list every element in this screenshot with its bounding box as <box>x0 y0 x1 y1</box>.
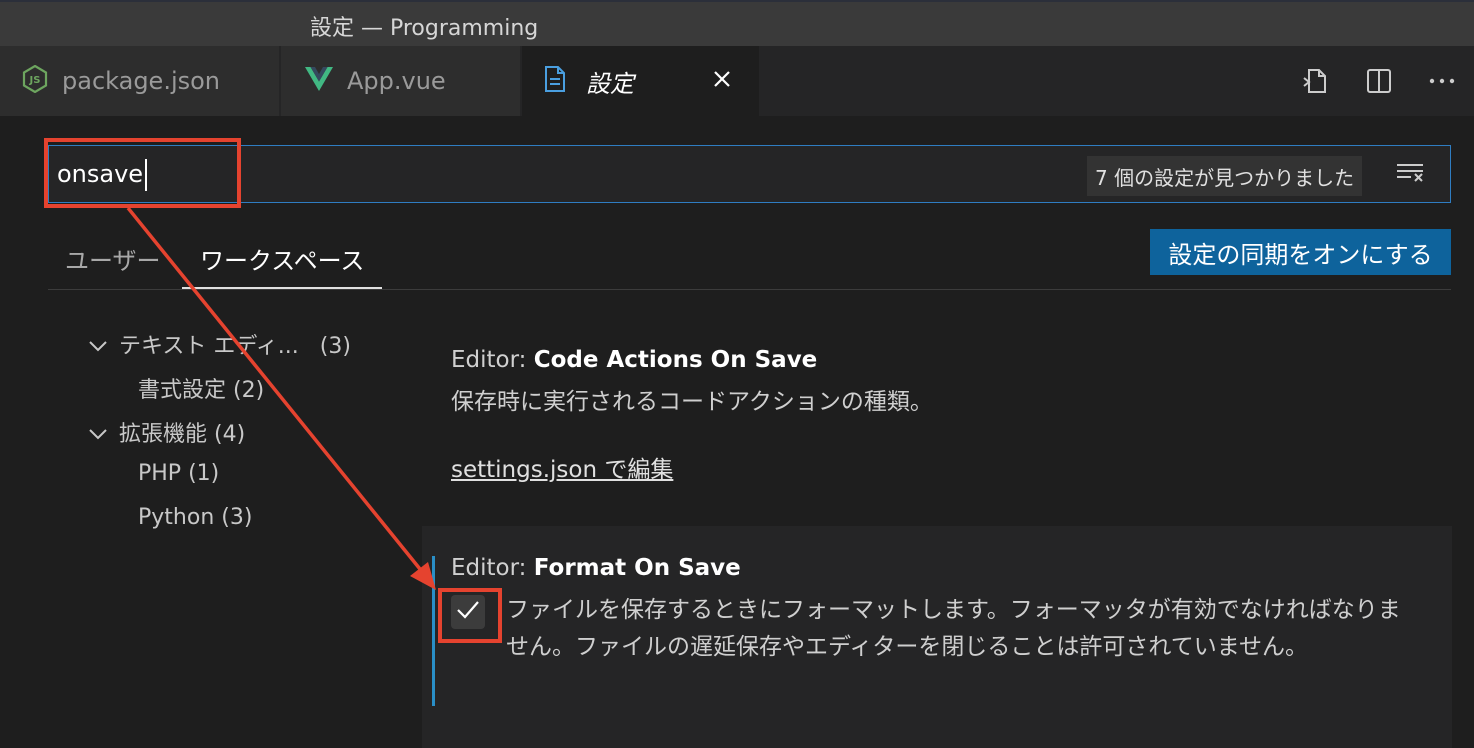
more-actions-icon[interactable] <box>1424 63 1460 99</box>
tab-label: package.json <box>62 67 221 95</box>
tab-label: 設定 <box>586 69 634 98</box>
tab-app-vue[interactable]: App.vue <box>281 46 521 116</box>
tab-package-json[interactable]: JS package.json <box>0 46 280 116</box>
file-icon <box>544 65 566 97</box>
tab-label: App.vue <box>347 67 446 95</box>
svg-text:JS: JS <box>29 75 41 86</box>
editor-actions <box>1284 46 1474 116</box>
nodejs-icon: JS <box>22 64 48 97</box>
tab-bar: JS package.json App.vue 設定 <box>0 46 1474 116</box>
settings-editor: 7 個の設定が見つかりました ユーザー ワークスペース 設定の同期をオンにする … <box>0 116 1474 748</box>
vue-icon <box>305 67 333 95</box>
annotation-arrow <box>126 206 436 590</box>
close-icon[interactable] <box>712 69 732 93</box>
split-editor-icon[interactable] <box>1361 63 1397 99</box>
tab-settings[interactable]: 設定 <box>522 46 760 116</box>
window-title: 設定 — Programming <box>310 16 539 41</box>
open-settings-json-icon[interactable] <box>1298 63 1334 99</box>
title-bar: 設定 — Programming <box>0 0 1474 46</box>
